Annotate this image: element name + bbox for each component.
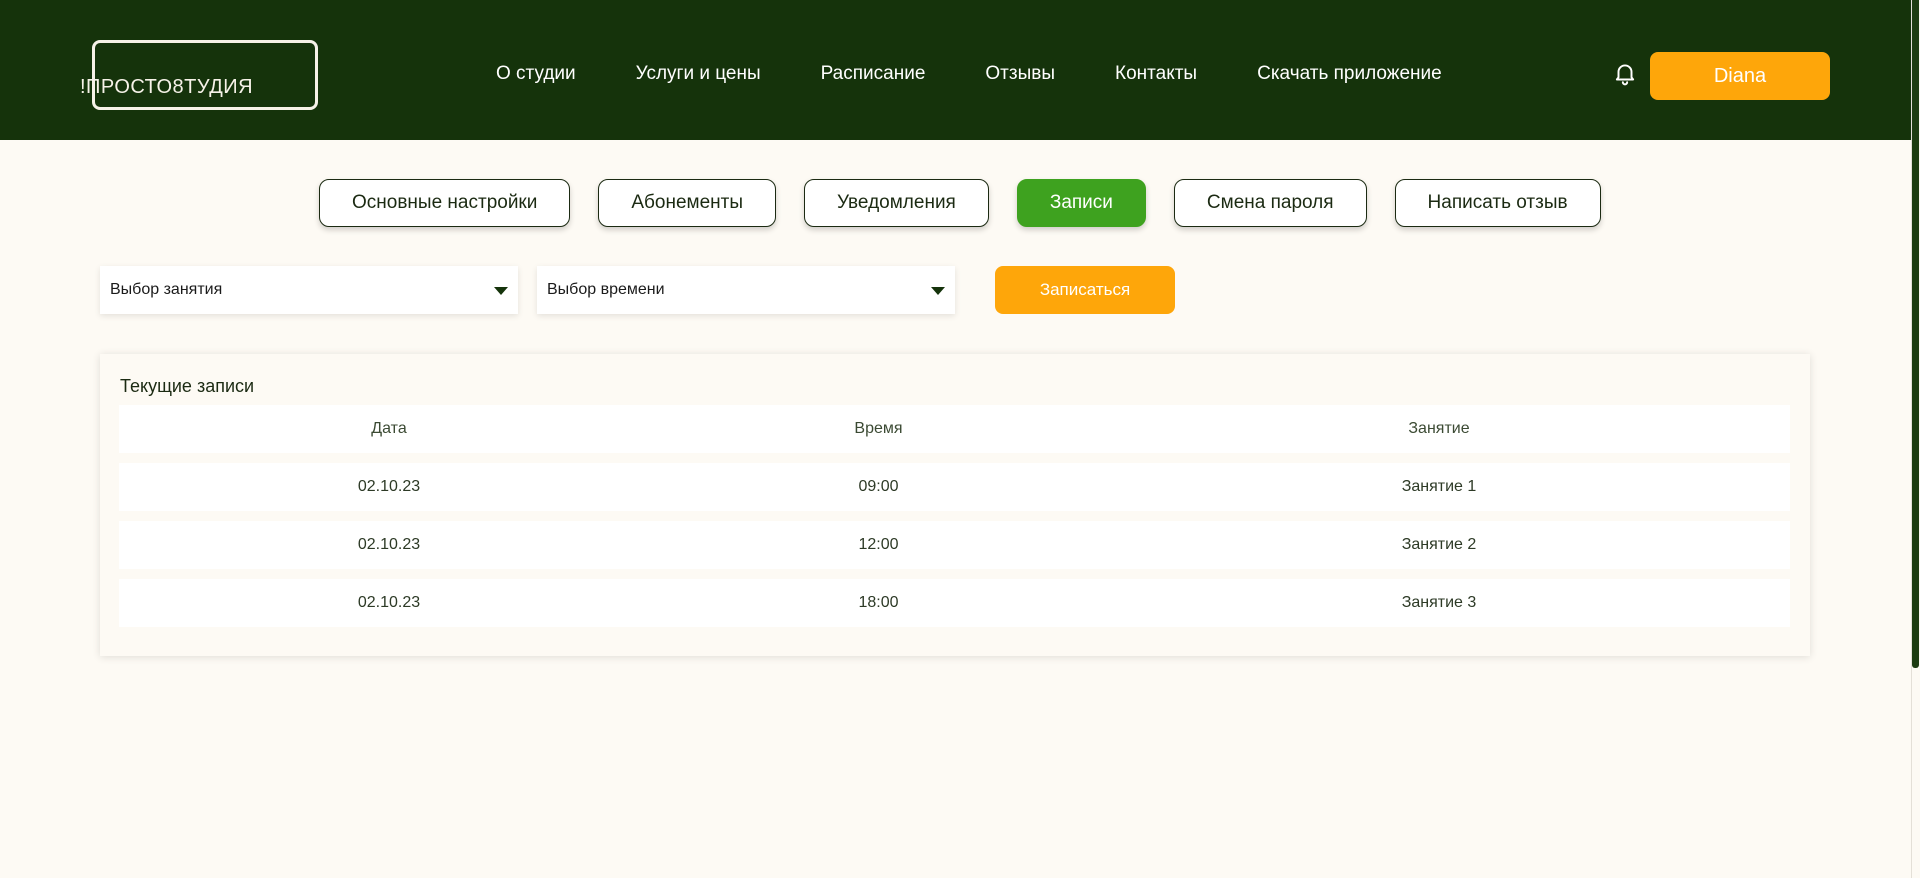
bell-icon[interactable] [1612,60,1638,86]
scrollbar-thumb[interactable] [1912,0,1919,668]
tab-main-settings[interactable]: Основные настройки [319,179,571,227]
time-select-value: Выбор времени [547,281,665,298]
nav-link-contacts[interactable]: Контакты [1115,63,1197,85]
studio-logo[interactable]: !ПРОСТО8ТУДИЯ [80,40,318,110]
nav-link-schedule[interactable]: Расписание [821,63,926,85]
table-row: 02.10.23 12:00 Занятие 2 [119,521,1790,569]
table-header-row: Дата Время Занятие [119,405,1790,453]
tab-bookings[interactable]: Записи [1016,179,1146,227]
chevron-down-icon [931,287,945,295]
tab-write-review[interactable]: Написать отзыв [1394,179,1601,227]
booking-class: Занятие 3 [1401,594,1477,611]
tab-notifications[interactable]: Уведомления [804,179,989,227]
current-bookings-card: Текущие записи Дата Время Занятие 02.10.… [100,354,1810,656]
booking-time: 12:00 [858,536,899,553]
book-button[interactable]: Записаться [995,266,1175,314]
nav-link-reviews[interactable]: Отзывы [985,63,1055,85]
table-row: 02.10.23 09:00 Занятие 1 [119,463,1790,511]
booking-class: Занятие 1 [1401,478,1477,495]
booking-date: 02.10.23 [357,594,421,611]
column-header-time: Время [854,420,903,437]
nav-link-about[interactable]: О студии [496,63,576,85]
main-nav: О студии Услуги и цены Расписание Отзывы… [496,63,1442,85]
class-select[interactable]: Выбор занятия [100,266,518,314]
column-header-date: Дата [371,420,407,437]
nav-link-services[interactable]: Услуги и цены [636,63,761,85]
column-header-class: Занятие [1408,420,1470,437]
logo-frame [92,40,318,110]
nav-link-download-app[interactable]: Скачать приложение [1257,63,1442,85]
tab-change-password[interactable]: Смена пароля [1173,179,1367,227]
table-row: 02.10.23 18:00 Занятие 3 [119,579,1790,627]
booking-time: 09:00 [858,478,899,495]
user-account-button[interactable]: Diana [1650,52,1830,100]
site-header: !ПРОСТО8ТУДИЯ О студии Услуги и цены Рас… [0,0,1911,140]
time-select[interactable]: Выбор времени [537,266,955,314]
scrollbar[interactable] [1911,0,1920,878]
booking-time: 18:00 [858,594,899,611]
current-bookings-title: Текущие записи [120,376,255,396]
bookings-table: Дата Время Занятие 02.10.23 09:00 Заняти… [119,405,1790,637]
class-select-value: Выбор занятия [110,281,223,298]
booking-date: 02.10.23 [357,478,421,495]
chevron-down-icon [494,287,508,295]
profile-tabs: Основные настройки Абонементы Уведомлени… [319,179,1629,227]
logo-text: !ПРОСТО8ТУДИЯ [80,76,254,98]
tab-subscriptions[interactable]: Абонементы [598,179,777,227]
booking-class: Занятие 2 [1401,536,1477,553]
booking-date: 02.10.23 [357,536,421,553]
